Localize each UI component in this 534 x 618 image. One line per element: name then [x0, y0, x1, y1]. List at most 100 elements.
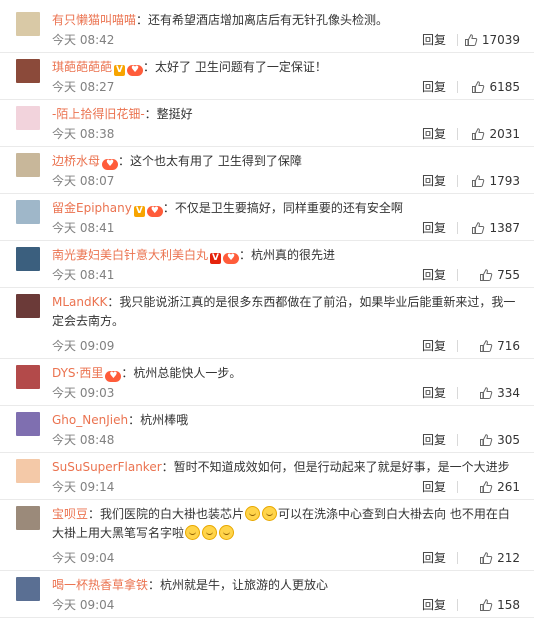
- avatar[interactable]: [16, 59, 40, 83]
- comment-body: 宝呗豆：我们医院的白大褂也装芯片 可以在洗涤中心查到白大褂去向 也不用在白大褂上用…: [52, 505, 520, 543]
- reply-button[interactable]: 回复: [422, 79, 446, 95]
- comment-item: 喝一杯热香草拿铁：杭州就是牛，让旅游的人更放心 今天 09:04 回复 158: [0, 571, 534, 618]
- comment-footer: 今天 09:04 回复 212: [52, 550, 520, 566]
- avatar[interactable]: [16, 12, 40, 36]
- username-link[interactable]: 留金Epiphany: [52, 201, 132, 215]
- timestamp: 今天 08:38: [52, 127, 115, 141]
- comment-text: ：我只能说浙江真的是很多东西都做在了前沿，如果毕业后能重新来过，我一定会去南方。: [52, 295, 516, 328]
- divider: [457, 175, 458, 187]
- divider: [457, 387, 458, 399]
- avatar[interactable]: [16, 153, 40, 177]
- comment-footer: 今天 09:03 回复 334: [52, 385, 520, 401]
- like-button[interactable]: 1387: [471, 220, 520, 236]
- username-link[interactable]: 南光妻妇美白针意大利美白丸: [52, 248, 208, 262]
- username-link[interactable]: 琪葩葩葩葩: [52, 60, 112, 74]
- avatar[interactable]: [16, 247, 40, 271]
- comment-body: 留金Epiphany V ♥ ：不仅是卫生要搞好，同样重要的还有安全啊: [52, 199, 520, 218]
- like-button[interactable]: 17039: [464, 32, 520, 48]
- like-count: 2031: [489, 127, 520, 141]
- verified-badge-icon[interactable]: V: [210, 253, 222, 264]
- username-link[interactable]: DYS·西里: [52, 366, 103, 380]
- smile-emoji-icon: [245, 506, 261, 521]
- like-button[interactable]: 716: [479, 338, 520, 354]
- avatar[interactable]: [16, 577, 40, 601]
- like-button[interactable]: 2031: [471, 126, 520, 142]
- fan-badge-icon[interactable]: ♥: [223, 253, 240, 264]
- username-link[interactable]: 边桥水母: [52, 154, 100, 168]
- like-button[interactable]: 755: [479, 267, 520, 283]
- fan-badge-icon[interactable]: ♥: [102, 159, 119, 170]
- reply-button[interactable]: 回复: [422, 126, 446, 142]
- username-link[interactable]: 有只懒猫叫喵喵: [52, 13, 136, 27]
- thumbs-up-icon: [480, 340, 493, 352]
- like-button[interactable]: 1793: [471, 173, 520, 189]
- reply-button[interactable]: 回复: [422, 173, 446, 189]
- like-count: 1387: [489, 221, 520, 235]
- avatar[interactable]: [16, 200, 40, 224]
- comment-footer: 今天 08:38 回复 2031: [52, 126, 520, 142]
- verified-badge-icon[interactable]: V: [133, 206, 145, 217]
- reply-button[interactable]: 回复: [422, 479, 446, 495]
- comment-footer: 今天 08:41 回复 1387: [52, 220, 520, 236]
- reply-button[interactable]: 回复: [422, 432, 446, 448]
- username-link[interactable]: SuSuSuperFlanker: [52, 460, 162, 474]
- like-button[interactable]: 212: [479, 550, 520, 566]
- reply-button[interactable]: 回复: [422, 338, 446, 354]
- like-button[interactable]: 305: [479, 432, 520, 448]
- comment-item: SuSuSuperFlanker：暂时不知道成效如何，但是行动起来了就是好事，是…: [0, 453, 534, 500]
- avatar[interactable]: [16, 365, 40, 389]
- username-link[interactable]: 宝呗豆: [52, 507, 88, 521]
- fan-badge-icon[interactable]: ♥: [127, 65, 144, 76]
- comment-text: ：不仅是卫生要搞好，同样重要的还有安全啊: [162, 201, 403, 215]
- like-count: 261: [497, 480, 520, 494]
- like-button[interactable]: 6185: [471, 79, 520, 95]
- comment-body: Gho_NenJieh：杭州棒哦: [52, 411, 520, 430]
- username-link[interactable]: MLandKK: [52, 295, 107, 309]
- comment-text: ：暂时不知道成效如何，但是行动起来了就是好事，是一个大进步: [161, 460, 510, 474]
- reply-button[interactable]: 回复: [422, 220, 446, 236]
- fan-badge-icon[interactable]: ♥: [146, 206, 163, 217]
- reply-button[interactable]: 回复: [422, 32, 446, 48]
- thumbs-up-icon: [472, 222, 485, 234]
- comment-footer: 今天 08:42 回复 17039: [52, 32, 520, 48]
- avatar[interactable]: [16, 294, 40, 318]
- username-link[interactable]: 喝一杯热香草拿铁: [52, 578, 148, 592]
- avatar[interactable]: [16, 106, 40, 130]
- comment-item: -陌上拾得旧花钿-：整挺好今天 08:38 回复 2031: [0, 100, 534, 147]
- reply-button[interactable]: 回复: [422, 550, 446, 566]
- like-button[interactable]: 334: [479, 385, 520, 401]
- thumbs-up-icon: [480, 387, 493, 399]
- comment-footer: 今天 08:27 回复 6185: [52, 79, 520, 95]
- reply-button[interactable]: 回复: [422, 597, 446, 613]
- divider: [457, 340, 458, 352]
- timestamp: 今天 08:41: [52, 221, 115, 235]
- comment-item: MLandKK：我只能说浙江真的是很多东西都做在了前沿，如果毕业后能重新来过，我…: [0, 288, 534, 359]
- avatar[interactable]: [16, 506, 40, 530]
- timestamp: 今天 08:48: [52, 433, 115, 447]
- timestamp: 今天 08:27: [52, 80, 115, 94]
- divider: [457, 222, 458, 234]
- username-link[interactable]: Gho_NenJieh: [52, 413, 128, 427]
- comment-body: -陌上拾得旧花钿-：整挺好: [52, 105, 520, 124]
- reply-button[interactable]: 回复: [422, 267, 446, 283]
- comment-body: SuSuSuperFlanker：暂时不知道成效如何，但是行动起来了就是好事，是…: [52, 458, 520, 477]
- reply-button[interactable]: 回复: [422, 385, 446, 401]
- like-button[interactable]: 158: [479, 597, 520, 613]
- avatar[interactable]: [16, 459, 40, 483]
- comment-body: DYS·西里 ♥ ：杭州总能快人一步。: [52, 364, 520, 383]
- thumbs-up-icon: [480, 481, 493, 493]
- avatar[interactable]: [16, 412, 40, 436]
- timestamp: 今天 09:04: [52, 598, 115, 612]
- fan-badge-icon[interactable]: ♥: [105, 371, 122, 382]
- comment-text: ：太好了 卫生问题有了一定保证！: [143, 60, 327, 74]
- like-count: 305: [497, 433, 520, 447]
- comment-list: 有只懒猫叫喵喵：还有希望酒店增加离店后有无针孔像头检测。 今天 08:42 回复 17…: [0, 6, 534, 618]
- verified-badge-icon[interactable]: V: [114, 65, 126, 76]
- comment-item: 有只懒猫叫喵喵：还有希望酒店增加离店后有无针孔像头检测。 今天 08:42 回复 17…: [0, 6, 534, 53]
- comment-footer: 今天 09:09 回复 716: [52, 338, 520, 354]
- like-button[interactable]: 261: [479, 479, 520, 495]
- divider: [457, 81, 458, 93]
- like-count: 17039: [481, 33, 520, 47]
- username-link[interactable]: -陌上拾得旧花钿-: [52, 107, 145, 121]
- comment-body: 边桥水母 ♥ ：这个也太有用了 卫生得到了保障: [52, 152, 520, 171]
